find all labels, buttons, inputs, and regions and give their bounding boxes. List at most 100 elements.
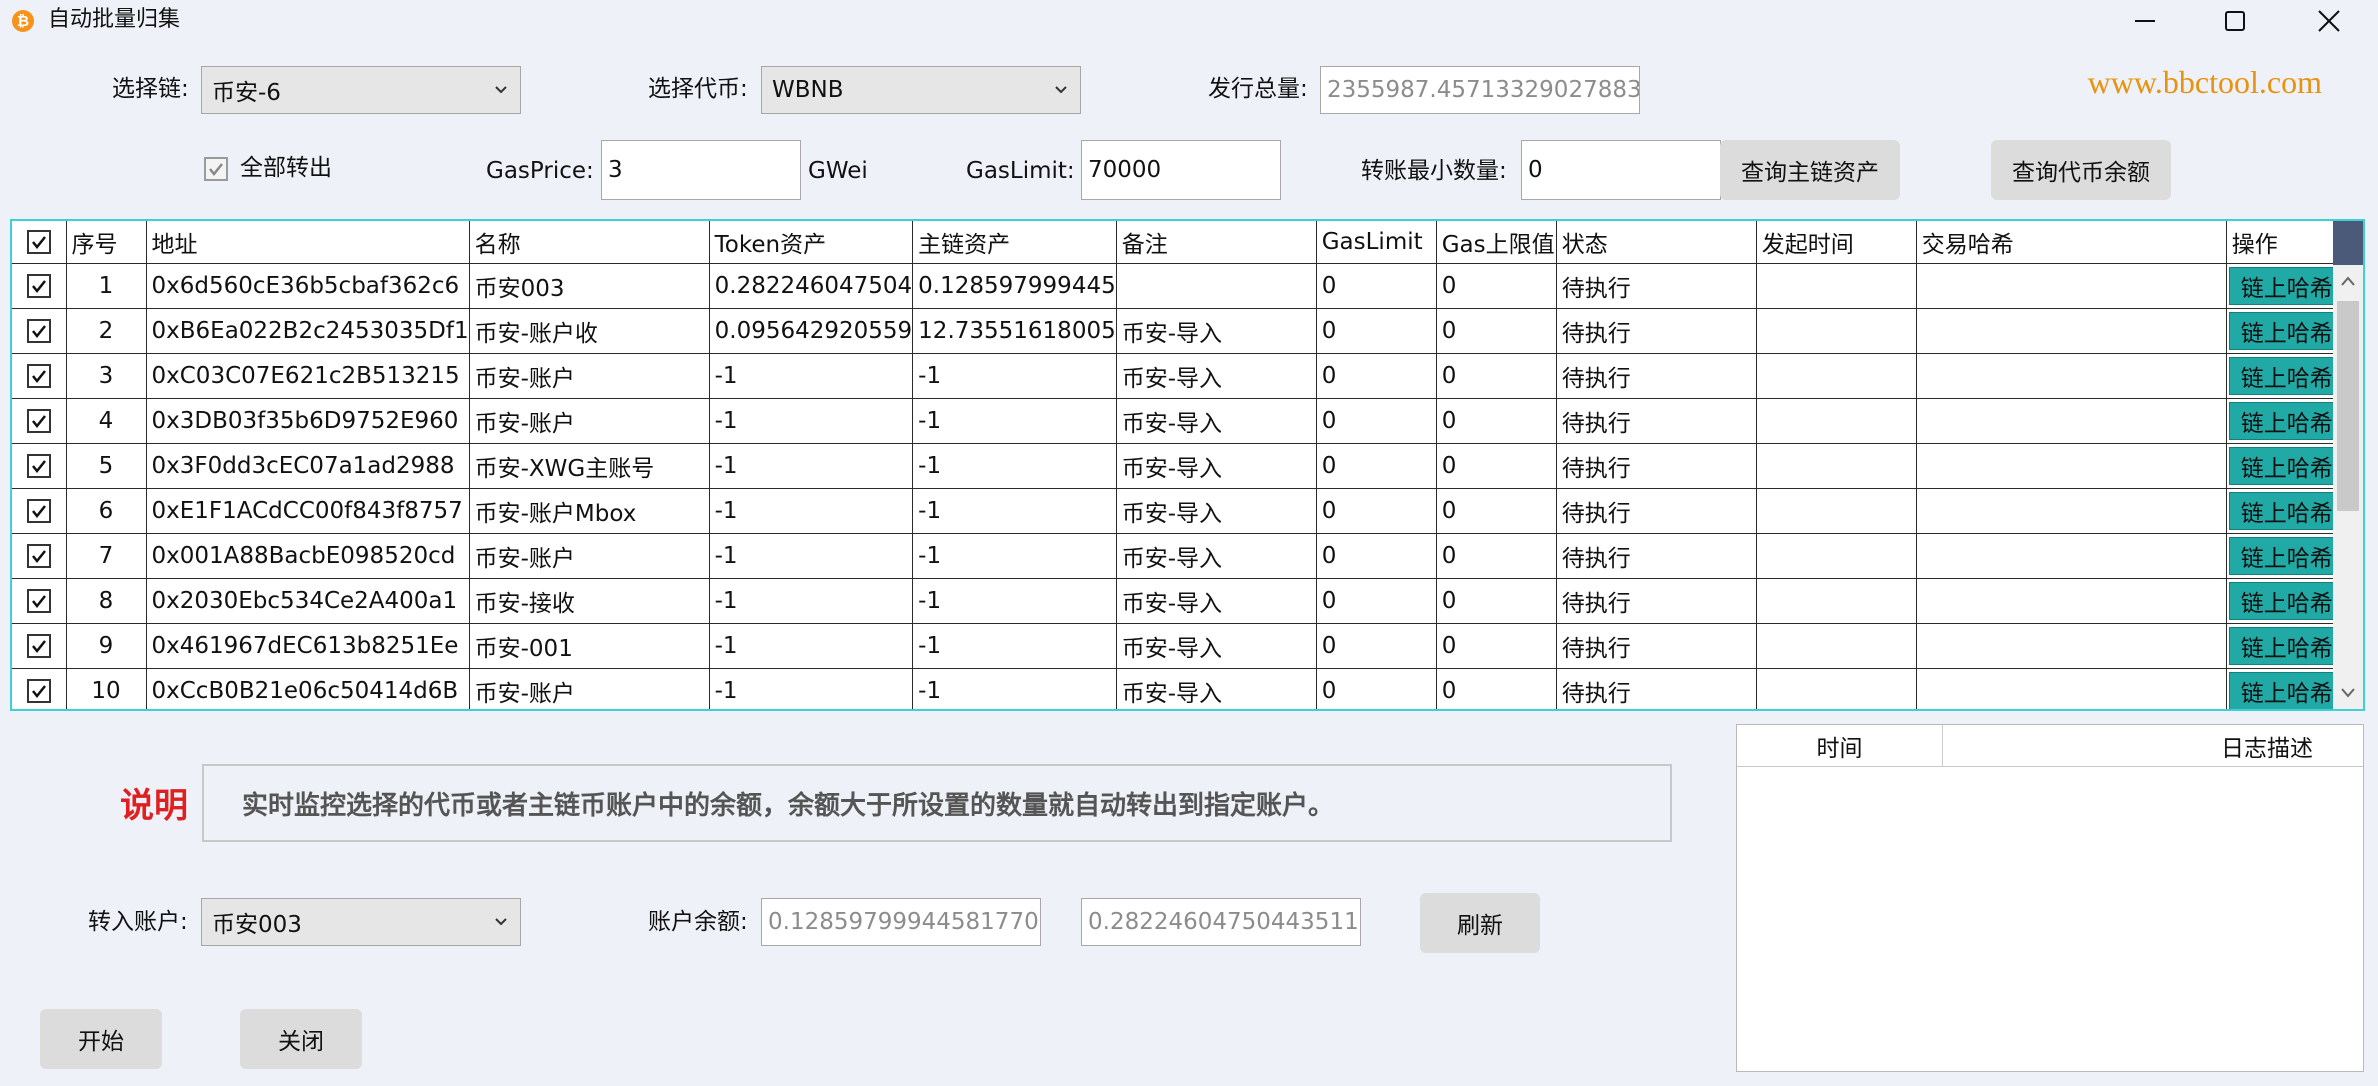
chain-hash-button[interactable]: 链上哈希 — [2228, 267, 2345, 305]
row-time[interactable] — [1755, 668, 1917, 709]
close-window-button[interactable] — [2284, 0, 2374, 42]
chain-hash-button[interactable]: 链上哈希 — [2228, 312, 2345, 350]
row-name[interactable]: 币安-账户Mbox — [468, 488, 710, 534]
table-row[interactable]: 8 0x2030Ebc534Ce2A400a1 币安-接收 -1 -1 币安-导入 0 0 待执… — [12, 578, 2348, 624]
row-no[interactable]: 6 — [65, 488, 147, 534]
row-checkbox[interactable] — [26, 544, 51, 568]
row-hash[interactable] — [1915, 533, 2227, 579]
table-row[interactable]: 1 0x6d560cE36b5cbaf362c6 币安003 0.2822460475… — [12, 263, 2348, 309]
log-col-desc[interactable]: 日志描述 — [1943, 725, 2363, 767]
row-address[interactable]: 0xC03C07E621c2B513215 — [145, 353, 470, 399]
row-name[interactable]: 币安-账户收 — [468, 308, 710, 354]
row-main[interactable]: 0.128597999445 — [912, 263, 1117, 309]
row-address[interactable]: 0x3F0dd3cEC07a1ad2988 — [145, 443, 470, 489]
row-address[interactable]: 0x001A88BacbE098520cd — [145, 533, 470, 579]
row-address[interactable]: 0x3DB03f35b6D9752E960 — [145, 398, 470, 444]
row-token[interactable]: -1 — [708, 488, 914, 534]
row-select-cell[interactable] — [12, 533, 67, 579]
row-no[interactable]: 1 — [65, 263, 147, 309]
row-remark[interactable] — [1115, 263, 1317, 309]
row-no[interactable]: 10 — [65, 668, 147, 709]
row-remark[interactable]: 币安-导入 — [1115, 578, 1317, 624]
row-checkbox[interactable] — [26, 499, 51, 523]
row-remark[interactable]: 币安-导入 — [1115, 623, 1317, 669]
row-hash[interactable] — [1915, 263, 2227, 309]
select-all-cell[interactable] — [12, 221, 67, 264]
to-account-select[interactable]: 币安003 — [201, 898, 521, 946]
gaslimit-input[interactable]: 70000 — [1081, 140, 1281, 200]
row-select-cell[interactable] — [12, 398, 67, 444]
row-gaslimit[interactable]: 0 — [1315, 398, 1437, 444]
row-status[interactable]: 待执行 — [1555, 668, 1757, 709]
row-select-cell[interactable] — [12, 623, 67, 669]
row-name[interactable]: 币安-001 — [468, 623, 710, 669]
row-no[interactable]: 5 — [65, 443, 147, 489]
minimize-button[interactable] — [2100, 0, 2190, 42]
col-header-time[interactable]: 发起时间 — [1755, 221, 1917, 264]
col-header-main[interactable]: 主链资产 — [912, 221, 1117, 264]
scroll-down-icon[interactable] — [2340, 687, 2356, 699]
row-address[interactable]: 0xCcB0B21e06c50414d6B — [145, 668, 470, 709]
row-no[interactable]: 8 — [65, 578, 147, 624]
log-panel[interactable]: 时间 日志描述 — [1736, 724, 2364, 1072]
log-col-time[interactable]: 时间 — [1737, 725, 1943, 767]
col-header-hash[interactable]: 交易哈希 — [1915, 221, 2227, 264]
row-gasmax[interactable]: 0 — [1435, 308, 1557, 354]
row-gaslimit[interactable]: 0 — [1315, 533, 1437, 579]
row-token[interactable]: -1 — [708, 578, 914, 624]
query-main-assets-button[interactable]: 查询主链资产 — [1720, 140, 1900, 200]
row-time[interactable] — [1755, 578, 1917, 624]
row-address[interactable]: 0x2030Ebc534Ce2A400a1 — [145, 578, 470, 624]
start-button[interactable]: 开始 — [40, 1009, 162, 1069]
row-no[interactable]: 3 — [65, 353, 147, 399]
row-status[interactable]: 待执行 — [1555, 533, 1757, 579]
row-remark[interactable]: 币安-导入 — [1115, 398, 1317, 444]
accounts-grid[interactable]: 序号 地址 名称 Token资产 主链资产 备注 GasLimit Gas上限值… — [10, 219, 2365, 711]
row-select-cell[interactable] — [12, 308, 67, 354]
row-remark[interactable]: 币安-导入 — [1115, 353, 1317, 399]
row-gaslimit[interactable]: 0 — [1315, 578, 1437, 624]
row-hash[interactable] — [1915, 398, 2227, 444]
row-hash[interactable] — [1915, 623, 2227, 669]
row-gasmax[interactable]: 0 — [1435, 263, 1557, 309]
row-select-cell[interactable] — [12, 263, 67, 309]
row-token[interactable]: -1 — [708, 668, 914, 709]
row-token[interactable]: -1 — [708, 398, 914, 444]
row-status[interactable]: 待执行 — [1555, 398, 1757, 444]
row-token[interactable]: -1 — [708, 353, 914, 399]
row-checkbox[interactable] — [26, 454, 51, 478]
row-no[interactable]: 2 — [65, 308, 147, 354]
row-main[interactable]: -1 — [912, 533, 1117, 579]
row-hash[interactable] — [1915, 308, 2227, 354]
grid-scrollbar[interactable] — [2333, 221, 2363, 709]
row-hash[interactable] — [1915, 443, 2227, 489]
scroll-up-icon[interactable] — [2340, 275, 2356, 287]
chain-hash-button[interactable]: 链上哈希 — [2228, 402, 2345, 440]
row-time[interactable] — [1755, 353, 1917, 399]
row-main[interactable]: -1 — [912, 443, 1117, 489]
row-checkbox[interactable] — [26, 679, 51, 703]
scrollbar-thumb[interactable] — [2337, 301, 2359, 511]
col-header-status[interactable]: 状态 — [1555, 221, 1757, 264]
row-gaslimit[interactable]: 0 — [1315, 353, 1437, 399]
row-status[interactable]: 待执行 — [1555, 353, 1757, 399]
row-status[interactable]: 待执行 — [1555, 308, 1757, 354]
row-select-cell[interactable] — [12, 488, 67, 534]
chain-hash-button[interactable]: 链上哈希 — [2228, 357, 2345, 395]
col-header-name[interactable]: 名称 — [468, 221, 710, 264]
table-row[interactable]: 10 0xCcB0B21e06c50414d6B 币安-账户 -1 -1 币安-导入 0 0 待… — [12, 668, 2348, 709]
transfer-all-checkbox[interactable] — [204, 157, 228, 181]
row-main[interactable]: -1 — [912, 578, 1117, 624]
row-checkbox[interactable] — [26, 409, 51, 433]
gasprice-input[interactable]: 3 — [601, 140, 801, 200]
row-remark[interactable]: 币安-导入 — [1115, 488, 1317, 534]
token-select[interactable]: WBNB — [761, 66, 1081, 114]
row-main[interactable]: -1 — [912, 668, 1117, 709]
row-main[interactable]: -1 — [912, 398, 1117, 444]
row-time[interactable] — [1755, 623, 1917, 669]
row-checkbox[interactable] — [26, 274, 51, 298]
row-hash[interactable] — [1915, 578, 2227, 624]
row-name[interactable]: 币安-账户 — [468, 398, 710, 444]
table-row[interactable]: 2 0xB6Ea022B2c2453035Df1 币安-账户收 0.095642920… — [12, 308, 2348, 354]
row-remark[interactable]: 币安-导入 — [1115, 533, 1317, 579]
